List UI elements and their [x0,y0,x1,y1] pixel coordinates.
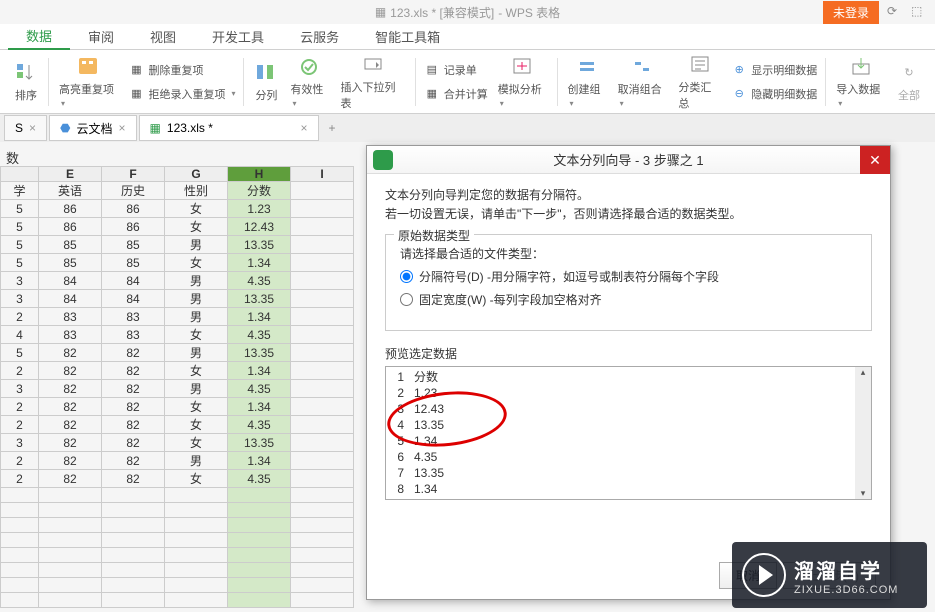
subtotal-icon [688,53,712,77]
col-header[interactable]: H [228,167,291,182]
watermark-main: 溜溜自学 [794,555,898,584]
group-icon [575,55,599,79]
play-icon [742,553,786,597]
highlight-dup-icon [77,55,101,79]
fieldset-legend: 原始数据类型 [394,227,474,244]
sort-button[interactable]: 排序 [8,59,44,105]
window-title: ▦ 123.xls * [兼容模式] - WPS 表格 [375,4,560,21]
col-header[interactable]: I [291,167,354,182]
remove-dup-icon: ▦ [128,62,144,78]
close-icon[interactable]: × [29,121,36,135]
title-file: 123.xls * [兼容模式] [390,4,494,21]
collapse-icon: ⊖ [731,86,747,102]
whatif-icon [510,55,534,79]
ribbon: 排序 高亮重复项▾ ▦ 删除重复项 ▦ 拒绝录入重复项▾ 分列 有效性▾ [0,50,935,114]
consolidate-button[interactable]: ▦ 合并计算 [420,84,492,104]
close-icon[interactable]: × [301,121,308,135]
watermark: 溜溜自学 ZIXUE.3D66.COM [732,542,927,608]
highlight-dup-button[interactable]: 高亮重复项▾ [53,53,124,111]
show-detail-button[interactable]: ⊕ 显示明细数据 [727,60,821,80]
sort-icon [14,61,38,85]
reject-dup-button[interactable]: ▦ 拒绝录入重复项▾ [124,84,239,104]
columns-icon [254,61,278,85]
form-button[interactable]: ▤ 记录单 [420,60,492,80]
xls-icon: ▦ [150,121,161,135]
radio-fixed-input[interactable] [400,293,413,306]
cloud-icon: ⬣ [60,121,70,135]
tab-unknown[interactable]: S× [4,115,47,141]
group-button[interactable]: 创建组▾ [562,53,612,111]
spreadsheet[interactable]: EFGHI学英语历史性别分数58686女1.2358686女12.4358585… [0,166,354,608]
tab-view[interactable]: 视图 [132,24,194,50]
close-button[interactable]: ✕ [860,146,890,174]
tab-smart[interactable]: 智能工具箱 [357,24,458,50]
titlebar: ▦ 123.xls * [兼容模式] - WPS 表格 未登录 ⟳ ⬚ [0,0,935,24]
cloud-sync-icon[interactable]: ⟳ [887,4,903,20]
text-to-columns-dialog: 文本分列向导 - 3 步骤之 1 ✕ 文本分列向导判定您的数据有分隔符。 若一切… [366,145,891,600]
close-icon[interactable]: × [119,121,126,135]
login-button[interactable]: 未登录 [823,1,879,24]
doc-icon: ▦ [375,5,386,19]
watermark-sub: ZIXUE.3D66.COM [794,584,898,596]
menubar: 数据 审阅 视图 开发工具 云服务 智能工具箱 [0,24,935,50]
tab-devtools[interactable]: 开发工具 [194,24,282,50]
radio-delimited-input[interactable] [400,270,413,283]
expand-icon: ⊕ [731,62,747,78]
cube-icon[interactable]: ⬚ [911,4,927,20]
dropdown-icon [361,53,385,77]
whatif-button[interactable]: 模拟分析▾ [492,53,553,111]
reject-dup-icon: ▦ [128,86,144,102]
new-tab-button[interactable]: + [321,121,344,135]
ungroup-button[interactable]: 取消组合▾ [612,53,673,111]
tab-review[interactable]: 审阅 [70,24,132,50]
col-header[interactable]: G [165,167,228,182]
title-app: - WPS 表格 [498,4,560,21]
import-data-button[interactable]: 导入数据▾ [830,53,891,111]
ungroup-icon [630,55,654,79]
consolidate-icon: ▦ [424,86,440,102]
tab-cloud[interactable]: 云服务 [282,24,357,50]
radio-fixed[interactable]: 固定宽度(W) -每列字段加空格对齐 [400,291,857,308]
preview-box: 1分数21.23312.43413.3551.3464.35713.3581.3… [385,366,872,500]
remove-dup-button[interactable]: ▦ 删除重复项 [124,60,239,80]
sheet-corner: 数 [6,148,19,167]
refresh-all-button[interactable]: ↻ 全部 [891,59,927,105]
dialog-title: 文本分列向导 - 3 步骤之 1 [553,150,703,169]
hide-detail-button[interactable]: ⊖ 隐藏明细数据 [727,84,821,104]
tab-cloud-doc[interactable]: ⬣ 云文档 × [49,115,137,141]
refresh-icon: ↻ [897,61,921,85]
validation-button[interactable]: 有效性▾ [284,53,334,111]
tab-data[interactable]: 数据 [8,24,70,50]
col-header[interactable]: F [102,167,165,182]
text-to-columns-button[interactable]: 分列 [248,59,284,105]
dialog-desc-1: 文本分列向导判定您的数据有分隔符。 [385,186,872,205]
radio-delimited[interactable]: 分隔符号(D) -用分隔字符，如逗号或制表符分隔每个字段 [400,268,857,285]
wps-icon [373,150,393,170]
form-icon: ▤ [424,62,440,78]
type-prompt: 请选择最合适的文件类型： [400,245,857,262]
import-icon [849,55,873,79]
col-header[interactable]: E [39,167,102,182]
scrollbar[interactable]: ▴▾ [855,367,871,499]
preview-label: 预览选定数据 [385,345,872,362]
tab-file[interactable]: ▦ 123.xls * × [139,115,319,141]
validation-icon [297,55,321,79]
dialog-desc-2: 若一切设置无误，请单击"下一步"，否则请选择最合适的数据类型。 [385,205,872,224]
subtotal-button[interactable]: 分类汇总 [672,51,727,113]
insert-dropdown-button[interactable]: 插入下拉列表 [334,51,410,113]
data-type-fieldset: 原始数据类型 请选择最合适的文件类型： 分隔符号(D) -用分隔字符，如逗号或制… [385,234,872,331]
tabbar: S× ⬣ 云文档 × ▦ 123.xls * × + [0,114,935,142]
